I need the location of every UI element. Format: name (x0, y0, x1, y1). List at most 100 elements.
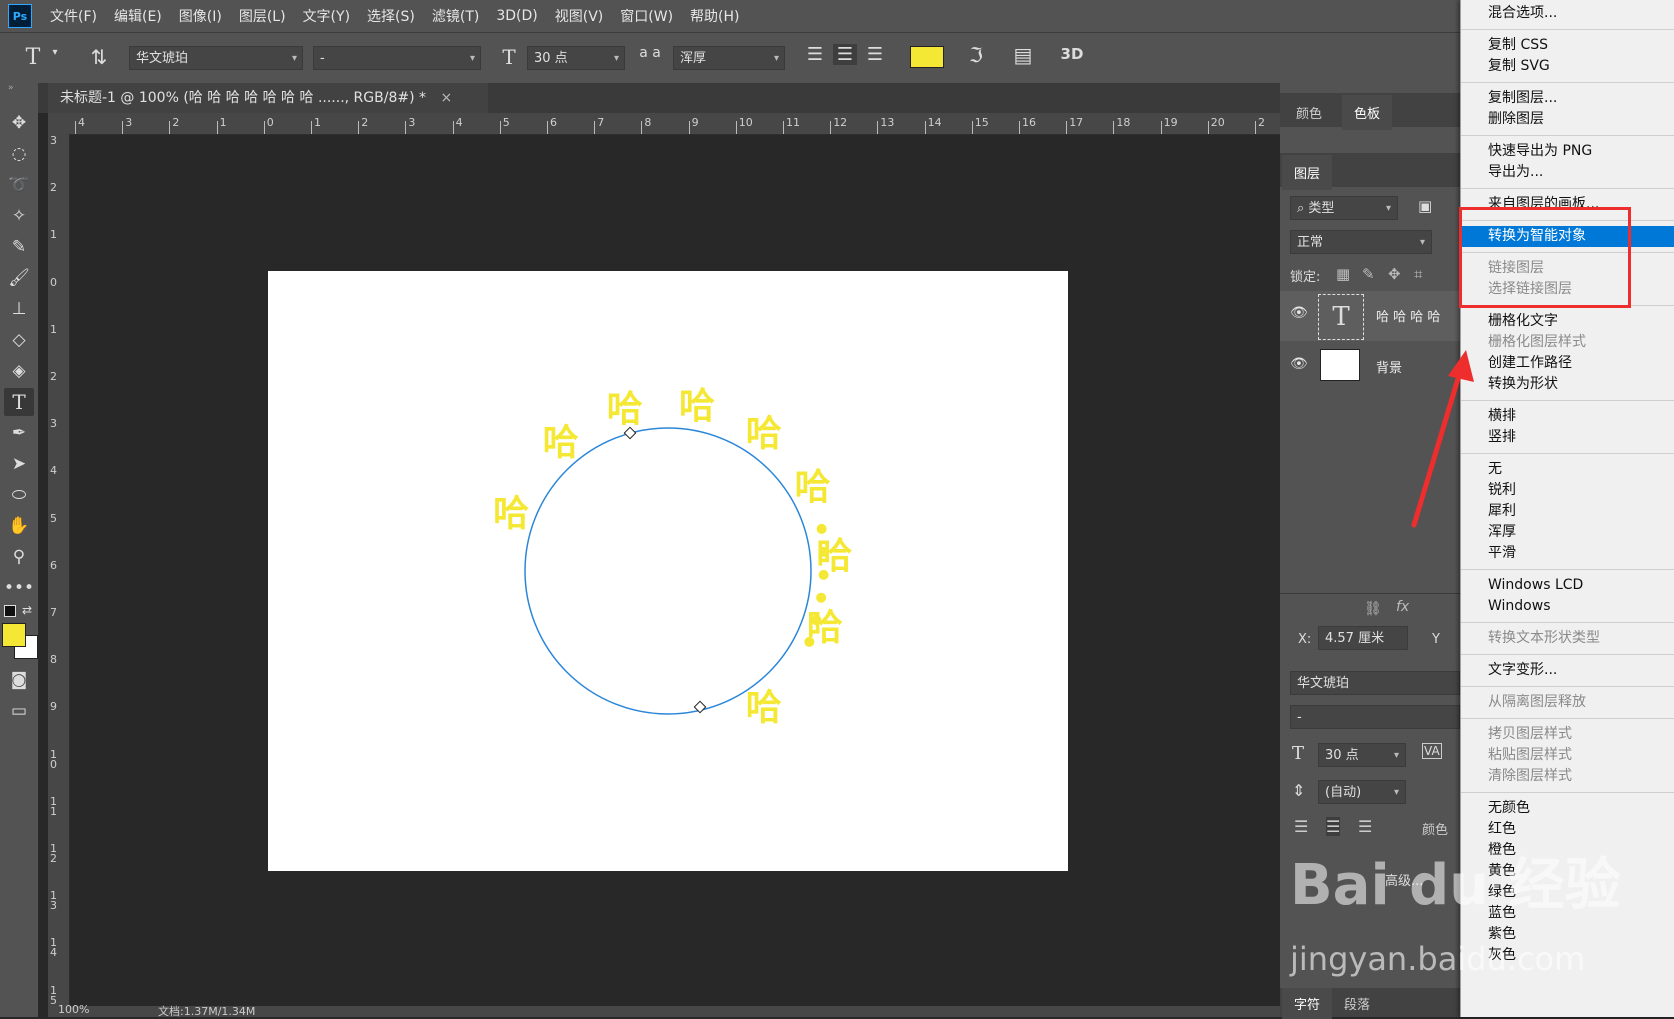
context-menu-item[interactable]: 无颜色 (1461, 798, 1674, 819)
char-size-field[interactable]: 30 点 ▾ (1318, 743, 1406, 767)
font-style-select[interactable]: - ▾ (313, 46, 481, 70)
lock-artboard-icon[interactable]: ⌗ (1414, 265, 1422, 283)
context-menu-item[interactable]: 栅格化文字 (1461, 311, 1674, 332)
align-left-icon[interactable]: ☰ (803, 44, 827, 65)
layer-name[interactable]: 背景 (1376, 357, 1402, 376)
default-colors-icon[interactable] (4, 605, 16, 617)
magic-wand-tool-icon[interactable]: ✧ (4, 202, 34, 230)
visibility-eye-icon[interactable]: 👁 (1290, 305, 1308, 321)
menu-help[interactable]: 帮助(H) (690, 6, 739, 26)
layer-filter-kind-select[interactable]: ⌕ 类型 ▾ (1290, 196, 1398, 220)
context-menu-item[interactable]: 横排 (1461, 406, 1674, 427)
context-menu-item[interactable]: 复制图层... (1461, 88, 1674, 109)
character-panel-icon[interactable]: ▤ (1010, 43, 1036, 67)
context-menu-item[interactable]: 创建工作路径 (1461, 353, 1674, 374)
font-size-select[interactable]: 30 点 ▾ (527, 46, 625, 70)
menu-type[interactable]: 文字(Y) (303, 6, 350, 26)
foreground-color-swatch[interactable] (2, 623, 26, 647)
menu-layer[interactable]: 图层(L) (239, 6, 286, 26)
context-menu-item[interactable]: Windows LCD (1461, 575, 1674, 596)
context-menu-item[interactable]: 混合选项... (1461, 3, 1674, 24)
context-menu-item[interactable]: 从隔离图层释放 (1461, 692, 1674, 713)
context-menu-item[interactable]: 复制 SVG (1461, 56, 1674, 77)
collapse-icon[interactable]: » (8, 83, 14, 93)
image-filter-icon[interactable]: ▣ (1418, 197, 1432, 215)
link-layers-icon[interactable]: ⛓ (1364, 601, 1382, 617)
document-tab[interactable]: 未标题-1 @ 100% (哈 哈 哈 哈 哈 哈 哈 ......, RGB/… (48, 83, 488, 113)
menu-window[interactable]: 窗口(W) (620, 6, 673, 26)
eyedropper-tool-icon[interactable]: ✎ (4, 233, 34, 261)
menu-view[interactable]: 视图(V) (555, 6, 604, 26)
x-position-field[interactable]: 4.57 厘米 (1318, 626, 1408, 650)
lasso-tool-icon[interactable]: ➰ (4, 171, 34, 199)
lock-position-icon[interactable]: ✥ (1388, 265, 1401, 283)
context-menu-item[interactable]: 栅格化图层样式 (1461, 332, 1674, 353)
context-menu-item[interactable]: 粘贴图层样式 (1461, 745, 1674, 766)
context-menu-item[interactable]: 平滑 (1461, 543, 1674, 564)
type-tool-icon[interactable]: T (4, 388, 34, 416)
hand-tool-icon[interactable]: ✋ (4, 512, 34, 540)
screen-mode-icon[interactable]: ▭ (4, 697, 34, 725)
move-tool-icon[interactable]: ✥ (4, 109, 34, 137)
marquee-tool-icon[interactable]: ◌ (4, 140, 34, 168)
path-selection-tool-icon[interactable]: ➤ (4, 450, 34, 478)
align-right-icon[interactable]: ☰ (863, 44, 887, 65)
context-menu-item[interactable]: Windows (1461, 596, 1674, 617)
context-menu-item[interactable]: 清除图层样式 (1461, 766, 1674, 787)
char-font-family-field[interactable]: 华文琥珀 (1290, 671, 1460, 695)
antialias-select[interactable]: 浑厚 ▾ (673, 46, 785, 70)
context-menu-item[interactable]: 拷贝图层样式 (1461, 724, 1674, 745)
align-left-icon[interactable]: ☰ (1294, 817, 1308, 836)
context-menu-item[interactable]: 锐利 (1461, 480, 1674, 501)
stamp-tool-icon[interactable]: ⊥ (4, 295, 34, 323)
quick-mask-icon[interactable]: ◙ (4, 666, 34, 694)
3d-button[interactable]: 3D (1055, 45, 1089, 63)
chevron-down-icon[interactable]: ▾ (50, 47, 60, 58)
menu-image[interactable]: 图像(I) (179, 6, 222, 26)
document-canvas[interactable]: 哈哈哈哈哈哈哈哈哈 (268, 271, 1068, 871)
align-center-icon[interactable]: ☰ (833, 44, 857, 65)
lock-transparent-icon[interactable]: ▦ (1336, 265, 1350, 283)
context-menu-item[interactable]: 转换文本形状类型 (1461, 628, 1674, 649)
context-menu-item[interactable]: 导出为... (1461, 162, 1674, 183)
menu-edit[interactable]: 编辑(E) (114, 6, 162, 26)
context-menu-item[interactable]: 删除图层 (1461, 109, 1674, 130)
ellipse-tool-icon[interactable]: ⬭ (4, 481, 34, 509)
menu-filter[interactable]: 滤镜(T) (432, 6, 479, 26)
context-menu-item[interactable]: 竖排 (1461, 427, 1674, 448)
brush-tool-icon[interactable]: 🖌 (4, 264, 34, 292)
context-menu-item[interactable]: 快速导出为 PNG (1461, 141, 1674, 162)
char-font-style-field[interactable]: - (1290, 705, 1460, 729)
char-leading-field[interactable]: (自动) ▾ (1318, 780, 1406, 804)
font-family-select[interactable]: 华文琥珀 ▾ (129, 46, 303, 70)
context-menu-item[interactable]: 复制 CSS (1461, 35, 1674, 56)
swap-colors-icon[interactable]: ⇄ (22, 603, 32, 617)
blend-mode-select[interactable]: 正常 ▾ (1290, 230, 1432, 254)
menu-select[interactable]: 选择(S) (367, 6, 415, 26)
context-menu-item[interactable]: 无 (1461, 459, 1674, 480)
context-menu-item[interactable]: 犀利 (1461, 501, 1674, 522)
lock-pixels-icon[interactable]: ✎ (1362, 265, 1375, 283)
tab-paragraph[interactable]: 段落 (1344, 994, 1370, 1013)
paint-bucket-tool-icon[interactable]: ◈ (4, 357, 34, 385)
layer-name[interactable]: 哈 哈 哈 哈 (1376, 306, 1440, 325)
more-tools-icon[interactable]: ••• (4, 574, 34, 602)
menu-file[interactable]: 文件(F) (50, 6, 97, 26)
context-menu-item[interactable]: 浑厚 (1461, 522, 1674, 543)
align-center-icon[interactable]: ☰ (1326, 817, 1341, 836)
close-icon[interactable]: × (440, 90, 452, 106)
type-tool-preset-icon[interactable]: T (18, 45, 48, 70)
context-menu-item[interactable]: 文字变形... (1461, 660, 1674, 681)
zoom-tool-icon[interactable]: ⚲ (4, 543, 34, 571)
warp-text-icon[interactable]: ℑ (964, 43, 988, 67)
tab-color[interactable]: 颜色 (1290, 100, 1328, 125)
align-right-icon[interactable]: ☰ (1358, 817, 1372, 836)
circle-path[interactable] (524, 427, 812, 715)
context-menu-item[interactable]: 转换为形状 (1461, 374, 1674, 395)
toggle-text-orientation-icon[interactable]: ⇅ (84, 45, 114, 69)
tab-character[interactable]: 字符 (1282, 988, 1333, 1019)
context-menu-item[interactable]: 红色 (1461, 819, 1674, 840)
text-color-swatch[interactable] (910, 46, 944, 68)
visibility-eye-icon[interactable]: 👁 (1290, 356, 1308, 372)
tab-swatches[interactable]: 色板 (1342, 95, 1393, 130)
